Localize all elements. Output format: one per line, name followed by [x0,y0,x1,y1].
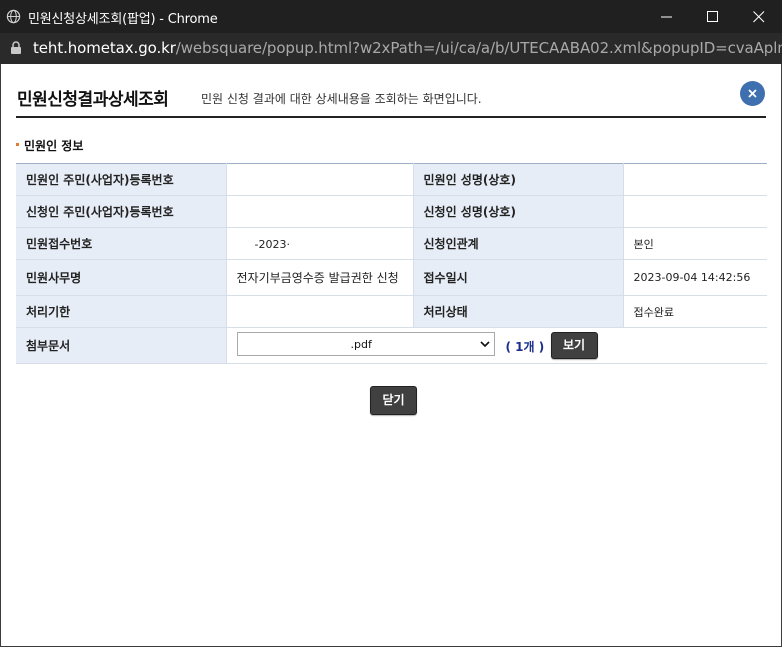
table-header-cell: 민원인 성명(상호) [413,163,624,196]
table-header-cell: 신청인 성명(상호) [413,195,624,228]
url-path: /websquare/popup.html?w2xPath=/ui/ca/a/b… [175,39,782,57]
page-url[interactable]: teht.hometax.go.kr/websquare/popup.html?… [33,39,782,57]
table-header-cell: 첨부문서 [16,327,227,364]
section-title: 민원인 정보 [24,139,84,153]
table-row: 민원사무명 전자기부금영수증 발급권한 신청 접수일시 2023-09-04 1… [16,259,767,296]
browser-titlebar: 민원신청상세조회(팝업) - Chrome [0,0,782,33]
page-description: 민원 신청 결과에 대한 상세내용을 조회하는 화면입니다. [201,92,482,106]
table-header-cell: 신청인관계 [413,227,624,260]
attachment-selected-file: .pdf [350,338,372,351]
attachment-count: ( 1개 ) [505,340,545,354]
globe-icon [6,9,21,24]
attachment-select[interactable]: .pdf [236,332,495,356]
receipt-number-cell: -2023· [226,227,414,260]
table-cell [226,195,414,228]
table-header-cell: 민원사무명 [16,259,227,296]
table-row: 신청인 주민(사업자)등록번호 신청인 성명(상호) [16,195,767,228]
table-row: 처리기한 처리상태 접수완료 [16,295,767,328]
table-header-cell: 민원접수번호 [16,227,227,260]
maximize-button[interactable] [690,0,736,33]
applicant-info-table: 민원인 주민(사업자)등록번호 민원인 성명(상호) 신청인 주민(사업자)등록… [16,163,767,364]
window-close-button[interactable] [736,0,782,33]
table-cell: 접수완료 [623,295,767,328]
table-header-cell: 민원인 주민(사업자)등록번호 [16,163,227,196]
table-cell: 전자기부금영수증 발급권한 신청 [226,259,414,296]
receipt-number: -2023· [254,237,290,251]
table-header-cell: 접수일시 [413,259,624,296]
address-bar[interactable]: teht.hometax.go.kr/websquare/popup.html?… [0,33,782,64]
page-title: 민원신청결과상세조회 [17,90,169,110]
table-row: 첨부문서 .pdf ( 1개 ) 보기 [16,327,767,364]
table-row: 민원접수번호 -2023· 신청인관계 본인 [16,227,767,260]
chevron-down-icon [479,341,490,348]
table-cell [226,163,414,196]
url-host: teht.hometax.go.kr [33,39,176,57]
minimize-icon [661,16,672,18]
section-bullet [16,143,19,146]
table-cell [623,195,767,228]
lock-icon [11,41,21,54]
window-title: 민원신청상세조회(팝업) - Chrome [28,12,218,27]
popup-close-button[interactable] [740,81,765,106]
table-row: 민원인 주민(사업자)등록번호 민원인 성명(상호) [16,163,767,196]
table-cell [623,163,767,196]
table-cell [226,295,414,328]
table-header-cell: 처리기한 [16,295,227,328]
minimize-button[interactable] [644,0,690,33]
table-cell: 본인 [623,227,767,260]
view-attachment-button[interactable]: 보기 [550,332,598,359]
close-icon [753,11,765,23]
attachment-cell: .pdf ( 1개 ) 보기 [226,327,767,364]
close-button[interactable]: 닫기 [370,386,417,415]
close-icon [748,89,757,98]
table-cell: 2023-09-04 14:42:56 [623,259,767,296]
table-header-cell: 처리상태 [413,295,624,328]
title-divider [16,116,766,118]
table-header-cell: 신청인 주민(사업자)등록번호 [16,195,227,228]
maximize-icon [707,11,718,22]
